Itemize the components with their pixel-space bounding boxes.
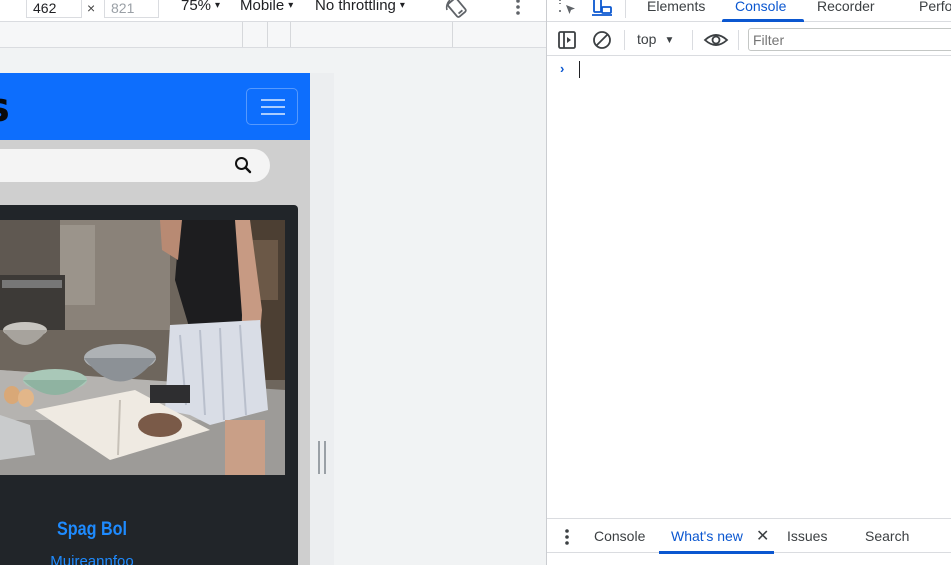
emulated-page: s bbox=[0, 73, 310, 565]
chevron-down-icon: ▾ bbox=[215, 0, 221, 11]
tab-elements[interactable]: Elements bbox=[647, 0, 705, 15]
recipe-author-link[interactable]: Muireannfoo bbox=[0, 553, 184, 565]
inspect-element-icon[interactable] bbox=[557, 0, 579, 18]
site-brand[interactable]: s bbox=[0, 85, 10, 131]
console-toolbar: top ▼ bbox=[547, 22, 951, 56]
toolbar-divider bbox=[624, 30, 625, 50]
console-filter-input[interactable] bbox=[748, 28, 951, 51]
toolbar-divider bbox=[625, 0, 626, 18]
drawer-tab-whats-new[interactable]: What's new bbox=[671, 528, 743, 544]
chevron-down-icon: ▾ bbox=[399, 0, 405, 11]
media-query-ruler[interactable] bbox=[0, 22, 546, 48]
drawer-tab-console[interactable]: Console bbox=[594, 528, 645, 544]
tab-console[interactable]: Console bbox=[735, 0, 786, 15]
viewport-gutter bbox=[310, 73, 334, 565]
device-toolbar: 462 × 821 75% ▾ Mobile ▾ No throttling ▾ bbox=[0, 0, 546, 22]
drawer-more-options-icon[interactable] bbox=[563, 528, 571, 546]
chevron-down-icon: ▾ bbox=[288, 0, 294, 11]
chevron-down-icon: ▼ bbox=[664, 35, 675, 46]
navbar-toggler-button[interactable] bbox=[246, 88, 298, 125]
height-input[interactable]: 821 bbox=[104, 0, 159, 18]
zoom-dropdown[interactable]: 75% ▾ bbox=[181, 0, 220, 15]
context-label: top bbox=[637, 31, 657, 47]
drawer-active-tab-indicator bbox=[659, 551, 774, 554]
close-icon[interactable]: ✕ bbox=[756, 526, 769, 546]
drawer-tab-bar: Console What's new ✕ Issues Search bbox=[547, 518, 951, 554]
more-options-icon[interactable] bbox=[512, 0, 524, 16]
console-prompt-chevron-icon: › bbox=[560, 61, 565, 76]
hamburger-icon bbox=[261, 113, 285, 115]
zoom-label: 75% bbox=[181, 0, 212, 14]
device-type-dropdown[interactable]: Mobile ▾ bbox=[240, 0, 293, 15]
site-navbar: s bbox=[0, 73, 310, 140]
ruler-tick bbox=[290, 22, 291, 47]
drawer-tab-search[interactable]: Search bbox=[865, 528, 909, 544]
search-icon[interactable] bbox=[234, 156, 252, 174]
device-type-label: Mobile bbox=[240, 0, 285, 14]
recipe-card[interactable]: Spag Bol Muireannfoo bbox=[0, 205, 298, 565]
live-expression-eye-icon[interactable] bbox=[703, 29, 729, 51]
dimension-separator: × bbox=[87, 0, 96, 16]
rotate-icon[interactable] bbox=[444, 0, 470, 18]
width-input[interactable]: 462 bbox=[26, 0, 82, 18]
recipe-photo bbox=[0, 220, 285, 475]
recipe-title-link[interactable]: Spag Bol bbox=[14, 519, 170, 541]
device-toolbar-toggle-icon[interactable] bbox=[591, 0, 613, 18]
console-input-cursor[interactable] bbox=[579, 61, 580, 78]
tab-recorder[interactable]: Recorder bbox=[817, 0, 875, 15]
toolbar-divider bbox=[738, 30, 739, 50]
device-emulation-pane: 462 × 821 75%▾ Mobile▾ No throttling▾ bbox=[0, 0, 546, 565]
throttling-dropdown[interactable]: No throttling ▾ bbox=[315, 0, 405, 15]
hamburger-icon bbox=[261, 99, 285, 101]
throttling-label: No throttling bbox=[315, 0, 396, 14]
ruler-tick bbox=[452, 22, 453, 47]
tab-performance[interactable]: Perfo bbox=[919, 0, 951, 15]
viewport-resize-handle[interactable] bbox=[318, 441, 326, 474]
drawer-tab-issues[interactable]: Issues bbox=[787, 528, 827, 544]
devtools-panel: Elements Console Recorder Perfo top ▼ › bbox=[546, 0, 951, 565]
hamburger-icon bbox=[261, 106, 285, 108]
devtools-tab-bar: Elements Console Recorder Perfo bbox=[547, 0, 951, 22]
site-search-input[interactable] bbox=[0, 149, 270, 182]
sidebar-toggle-icon[interactable] bbox=[556, 29, 578, 51]
toolbar-divider bbox=[692, 30, 693, 50]
ruler-tick bbox=[267, 22, 268, 47]
clear-console-icon[interactable] bbox=[591, 29, 613, 51]
ruler-tick bbox=[242, 22, 243, 47]
javascript-context-dropdown[interactable]: top ▼ bbox=[637, 31, 674, 47]
